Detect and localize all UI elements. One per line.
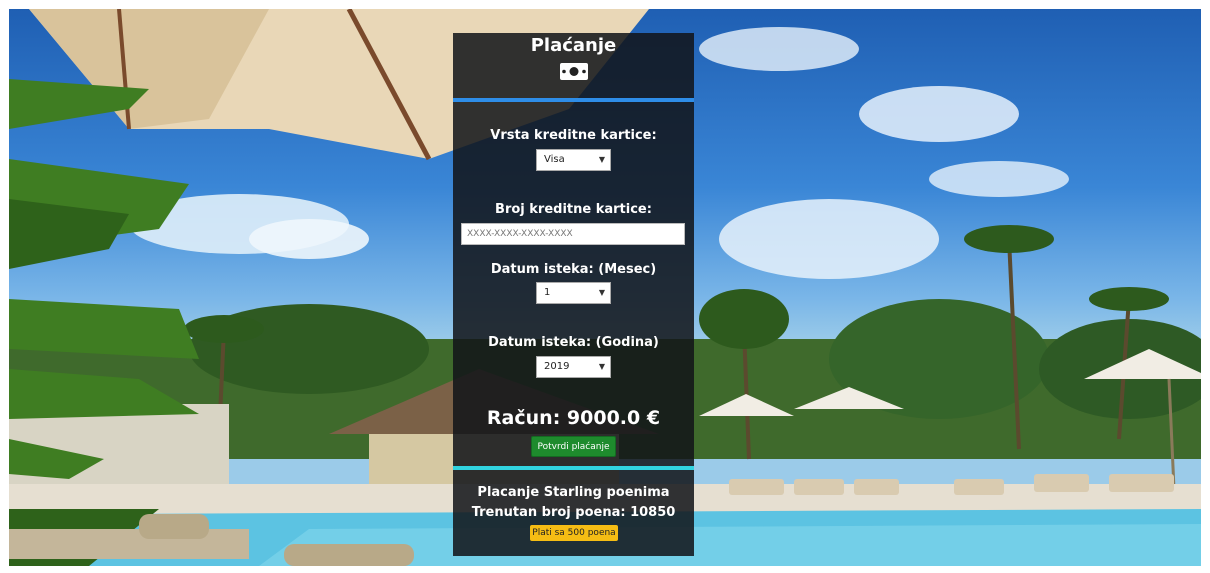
money-bill-icon (559, 62, 589, 81)
exp-year-label: Datum isteka: (Godina) (488, 335, 659, 350)
pay-with-points-button[interactable]: Plati sa 500 poena (530, 525, 618, 541)
divider-blue (453, 98, 694, 102)
exp-month-label: Datum isteka: (Mesec) (490, 262, 657, 277)
chevron-down-icon: ▼ (598, 288, 605, 297)
current-points: Trenutan broj poena: 10850 (471, 505, 676, 520)
card-type-label: Vrsta kreditne kartice: (490, 128, 657, 143)
exp-month-select[interactable]: 1 ▼ (536, 282, 611, 304)
card-type-select[interactable]: Visa ▼ (536, 149, 611, 171)
card-type-value: Visa (544, 154, 565, 165)
points-section-title: Placanje Starling poenima (477, 485, 670, 500)
page-title: Plaćanje (530, 35, 617, 56)
exp-month-value: 1 (544, 287, 551, 298)
chevron-down-icon: ▼ (598, 155, 605, 164)
amount-due: Račun: 9000.0 € (486, 407, 661, 429)
exp-year-value: 2019 (544, 361, 570, 372)
payment-panel: Plaćanje Vrsta kreditne kartice: Visa ▼ … (453, 33, 694, 556)
chevron-down-icon: ▼ (598, 362, 605, 371)
exp-year-select[interactable]: 2019 ▼ (536, 356, 611, 378)
confirm-payment-button[interactable]: Potvrdi plaćanje (531, 436, 616, 457)
card-number-label: Broj kreditne kartice: (495, 202, 652, 217)
divider-cyan (453, 466, 694, 470)
card-number-input[interactable]: XXXX-XXXX-XXXX-XXXX (461, 223, 685, 245)
